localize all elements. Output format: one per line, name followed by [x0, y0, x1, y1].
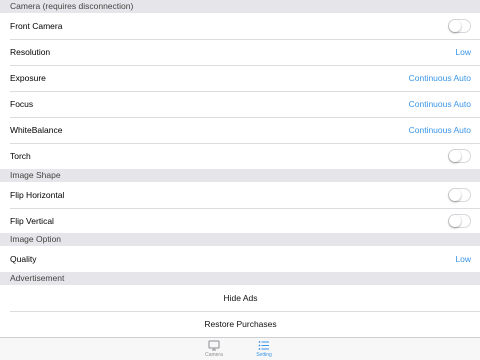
- settings-screen: Camera (requires disconnection) Front Ca…: [0, 0, 480, 360]
- exposure-label: Exposure: [10, 73, 46, 83]
- hide-ads-label: Hide Ads: [223, 293, 258, 303]
- advertisement-group: Hide Ads Restore Purchases: [0, 285, 480, 337]
- flip-horizontal-row: Flip Horizontal: [0, 182, 480, 208]
- tab-setting[interactable]: Setting: [244, 340, 284, 360]
- flip-horizontal-toggle[interactable]: [448, 188, 471, 202]
- quality-row[interactable]: Quality Low: [0, 246, 480, 272]
- quality-label: Quality: [10, 254, 37, 264]
- white-balance-row[interactable]: WhiteBalance Continuous Auto: [0, 117, 480, 143]
- section-header-camera: Camera (requires disconnection): [0, 0, 480, 13]
- torch-toggle[interactable]: [448, 149, 471, 163]
- toggle-knob: [449, 215, 461, 227]
- front-camera-toggle[interactable]: [448, 19, 471, 33]
- image-shape-group: Flip Horizontal Flip Vertical: [0, 182, 480, 234]
- restore-purchases-label: Restore Purchases: [204, 319, 277, 329]
- section-header-image-shape: Image Shape: [0, 169, 480, 182]
- restore-purchases-button[interactable]: Restore Purchases: [0, 311, 480, 337]
- tab-setting-label: Setting: [256, 352, 272, 358]
- white-balance-label: WhiteBalance: [10, 125, 63, 135]
- resolution-value[interactable]: Low: [455, 47, 471, 57]
- tab-camera-label: Camera: [205, 352, 223, 358]
- white-balance-value[interactable]: Continuous Auto: [409, 125, 471, 135]
- flip-vertical-row: Flip Vertical: [0, 208, 480, 234]
- focus-row[interactable]: Focus Continuous Auto: [0, 91, 480, 117]
- resolution-row[interactable]: Resolution Low: [0, 39, 480, 65]
- monitor-icon: [208, 340, 220, 351]
- front-camera-label: Front Camera: [10, 21, 63, 31]
- tab-camera[interactable]: Camera: [194, 340, 234, 360]
- exposure-value[interactable]: Continuous Auto: [409, 73, 471, 83]
- torch-row: Torch: [0, 143, 480, 169]
- flip-vertical-toggle[interactable]: [448, 214, 471, 228]
- quality-value[interactable]: Low: [455, 254, 471, 264]
- toggle-knob: [449, 150, 461, 162]
- section-header-image-option: Image Option: [0, 233, 480, 246]
- image-option-group: Quality Low: [0, 246, 480, 272]
- exposure-row[interactable]: Exposure Continuous Auto: [0, 65, 480, 91]
- tab-bar: Camera Setting: [0, 337, 480, 360]
- toggle-knob: [449, 189, 461, 201]
- toggle-knob: [449, 20, 461, 32]
- camera-settings-group: Front Camera Resolution Low Exposure Con…: [0, 13, 480, 169]
- resolution-label: Resolution: [10, 47, 51, 57]
- flip-vertical-label: Flip Vertical: [10, 216, 54, 226]
- torch-label: Torch: [10, 151, 31, 161]
- hide-ads-button[interactable]: Hide Ads: [0, 285, 480, 311]
- focus-label: Focus: [10, 99, 34, 109]
- flip-horizontal-label: Flip Horizontal: [10, 190, 65, 200]
- focus-value[interactable]: Continuous Auto: [409, 99, 471, 109]
- list-icon: [258, 341, 269, 350]
- front-camera-row: Front Camera: [0, 13, 480, 39]
- section-header-advertisement: Advertisement: [0, 272, 480, 285]
